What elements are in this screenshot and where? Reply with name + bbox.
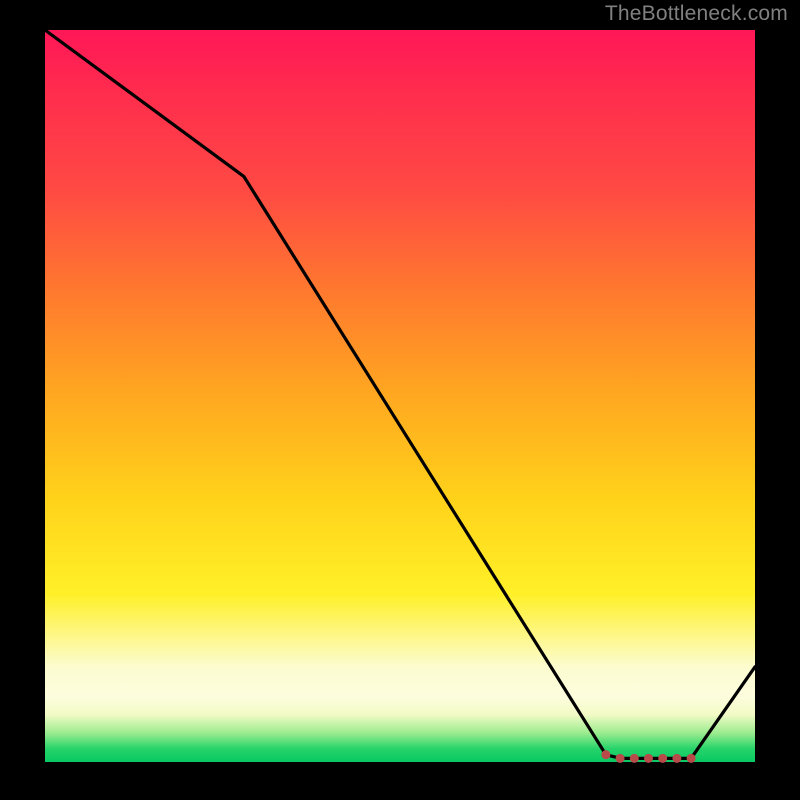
- attribution-text: TheBottleneck.com: [605, 2, 788, 26]
- highlight-point: [601, 750, 610, 759]
- highlight-point: [687, 754, 696, 763]
- plot-area: [45, 30, 755, 762]
- line-chart-svg: [45, 30, 755, 762]
- chart-frame: TheBottleneck.com: [0, 0, 800, 800]
- highlight-point: [616, 754, 625, 763]
- highlight-point: [644, 754, 653, 763]
- highlight-point: [672, 754, 681, 763]
- highlight-point: [630, 754, 639, 763]
- curve-line: [45, 30, 755, 758]
- highlight-point: [658, 754, 667, 763]
